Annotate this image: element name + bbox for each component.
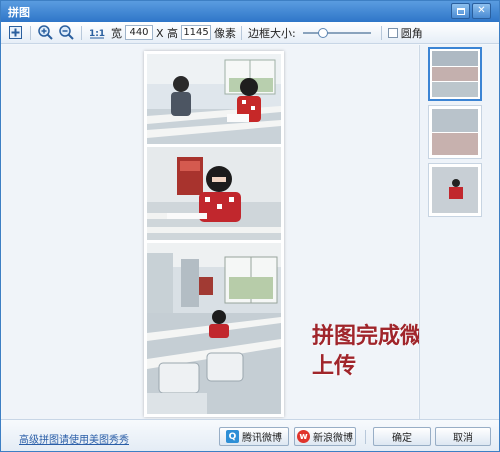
- close-button[interactable]: ✕: [472, 3, 491, 19]
- slider-track: [302, 31, 371, 34]
- toolbar-divider: [81, 25, 82, 40]
- toolbar-divider: [241, 25, 243, 40]
- border-size-slider[interactable]: [302, 26, 371, 40]
- toolbar: 1:1 宽 X 高 像素 边框大小: 圆角: [1, 22, 499, 44]
- bottom-bar: 高级拼图请使用美图秀秀 Q 腾讯微博 w 新浪微博 确定 取消: [1, 419, 499, 451]
- collage-canvas: 拼图完成微博 上传: [2, 45, 444, 419]
- tencent-weibo-button[interactable]: Q 腾讯微博: [219, 427, 289, 446]
- border-size-label: 边框大小:: [248, 26, 296, 40]
- collage-photo-1[interactable]: [147, 54, 281, 144]
- close-icon: ✕: [477, 5, 486, 16]
- sina-weibo-label: 新浪微博: [313, 433, 353, 444]
- add-icon: [8, 26, 22, 39]
- slider-thumb[interactable]: [317, 27, 328, 38]
- collage-photo-2[interactable]: [147, 147, 281, 240]
- zoom-in-button[interactable]: [37, 25, 53, 41]
- unit-label: 像素: [214, 26, 237, 40]
- zoom-out-icon: [58, 25, 74, 40]
- cancel-label: 取消: [453, 433, 473, 444]
- actual-size-icon: 1:1: [89, 29, 105, 39]
- window-title: 拼图: [8, 5, 30, 19]
- rounded-corner-checkbox[interactable]: [387, 27, 398, 38]
- add-image-button[interactable]: [7, 25, 23, 41]
- layout-thumbnail-2[interactable]: [428, 105, 482, 159]
- rounded-corner-label: 圆角: [400, 26, 423, 40]
- sina-weibo-icon: w: [297, 430, 310, 443]
- zoom-in-icon: [37, 25, 53, 40]
- height-label: X 高: [156, 26, 179, 40]
- sina-weibo-button[interactable]: w 新浪微博: [294, 427, 356, 446]
- collage-photo-3[interactable]: [147, 243, 281, 414]
- advanced-collage-link[interactable]: 高级拼图请使用美图秀秀: [19, 431, 129, 446]
- zoom-out-button[interactable]: [58, 25, 74, 41]
- actual-size-button[interactable]: 1:1: [88, 25, 106, 41]
- width-input[interactable]: [125, 25, 153, 40]
- toolbar-divider: [380, 25, 382, 40]
- layout-thumbnail-1[interactable]: [428, 47, 482, 101]
- ok-button[interactable]: 确定: [373, 427, 431, 446]
- tencent-weibo-icon: Q: [226, 430, 239, 443]
- ok-label: 确定: [392, 433, 412, 444]
- bottom-divider: [365, 430, 366, 444]
- width-label: 宽: [111, 26, 122, 40]
- layout-thumbnail-strip: [419, 45, 499, 419]
- title-bar[interactable]: 拼图 ✕: [1, 1, 499, 22]
- height-input[interactable]: [181, 25, 212, 40]
- maximize-icon: [456, 7, 465, 15]
- toolbar-divider: [30, 25, 31, 40]
- layout-thumbnail-3[interactable]: [428, 163, 482, 217]
- maximize-button[interactable]: [451, 3, 470, 19]
- collage-preview[interactable]: [144, 51, 284, 417]
- cancel-button[interactable]: 取消: [435, 427, 491, 446]
- tencent-weibo-label: 腾讯微博: [242, 433, 282, 444]
- collage-dialog: 拼图 ✕ 1:1 宽 440 X 高 1145 像素 边框大小: 圆角 拼图完成…: [0, 0, 500, 452]
